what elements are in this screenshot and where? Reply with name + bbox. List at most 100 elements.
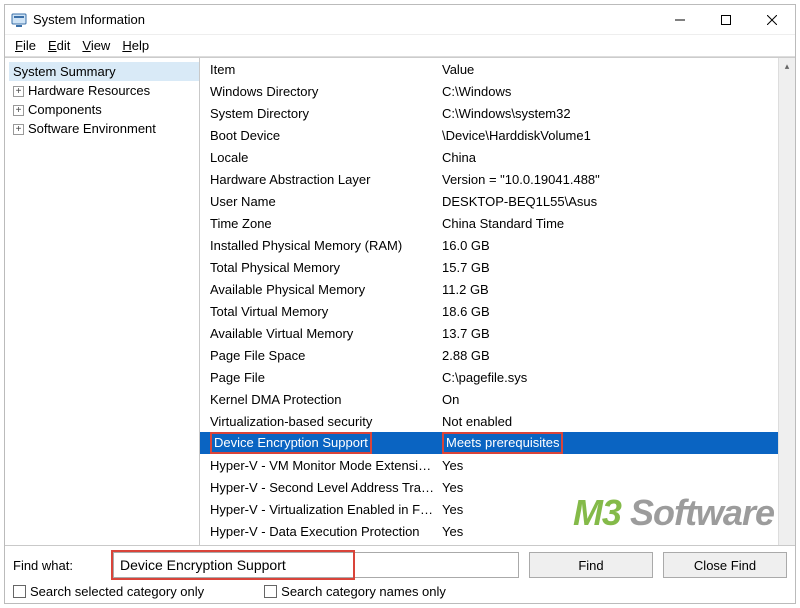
menu-help[interactable]: Help	[116, 38, 155, 53]
list-row[interactable]: LocaleChina	[200, 146, 778, 168]
cell-item: Boot Device	[210, 128, 442, 143]
cell-item: Hardware Abstraction Layer	[210, 172, 442, 187]
cell-value: DESKTOP-BEQ1L55\Asus	[442, 194, 778, 209]
checkbox-label: Search selected category only	[30, 584, 204, 599]
cell-item: Total Physical Memory	[210, 260, 442, 275]
expand-icon[interactable]: +	[13, 124, 24, 135]
cell-value: Meets prerequisites	[442, 432, 778, 454]
list-row[interactable]: Available Physical Memory11.2 GB	[200, 278, 778, 300]
cell-value: Yes	[442, 502, 778, 517]
cell-value: Yes	[442, 458, 778, 473]
tree-label: Hardware Resources	[28, 83, 150, 98]
expand-icon[interactable]: +	[13, 105, 24, 116]
list-row[interactable]: Page FileC:\pagefile.sys	[200, 366, 778, 388]
list-row[interactable]: Total Virtual Memory18.6 GB	[200, 300, 778, 322]
cell-value: 15.7 GB	[442, 260, 778, 275]
cell-value: Version = "10.0.19041.488"	[442, 172, 778, 187]
list-row[interactable]: Windows DirectoryC:\Windows	[200, 80, 778, 102]
list-row[interactable]: Installed Physical Memory (RAM)16.0 GB	[200, 234, 778, 256]
cell-item: Kernel DMA Protection	[210, 392, 442, 407]
app-icon	[11, 12, 27, 28]
cell-item: Installed Physical Memory (RAM)	[210, 238, 442, 253]
cell-value: China	[442, 150, 778, 165]
search-names-only-checkbox[interactable]: Search category names only	[264, 584, 446, 599]
cell-value: China Standard Time	[442, 216, 778, 231]
cell-value: C:\Windows\system32	[442, 106, 778, 121]
find-input[interactable]	[113, 552, 519, 578]
cell-item: Available Virtual Memory	[210, 326, 442, 341]
cell-value: Not enabled	[442, 414, 778, 429]
cell-item: Page File Space	[210, 348, 442, 363]
header-item[interactable]: Item	[210, 62, 442, 77]
info-list[interactable]: Item Value Windows DirectoryC:\WindowsSy…	[200, 58, 778, 545]
cell-item: Hyper-V - Data Execution Protection	[210, 524, 442, 539]
cell-item: Hyper-V - VM Monitor Mode Extensions	[210, 458, 442, 473]
cell-item: Device Encryption Support	[210, 432, 442, 454]
list-row[interactable]: Hyper-V - VM Monitor Mode ExtensionsYes	[200, 454, 778, 476]
tree-label: Components	[28, 102, 102, 117]
cell-value: On	[442, 392, 778, 407]
list-row[interactable]: Total Physical Memory15.7 GB	[200, 256, 778, 278]
tree-software-environment[interactable]: + Software Environment	[9, 119, 199, 138]
list-row[interactable]: Kernel DMA ProtectionOn	[200, 388, 778, 410]
list-row[interactable]: Virtualization-based securityNot enabled	[200, 410, 778, 432]
cell-item: Locale	[210, 150, 442, 165]
cell-value: Yes	[442, 524, 778, 539]
cell-value: 11.2 GB	[442, 282, 778, 297]
window-frame: System Information File Edit View Help S…	[4, 4, 796, 604]
vertical-scrollbar[interactable]: ▴	[778, 58, 795, 545]
menu-edit[interactable]: Edit	[42, 38, 76, 53]
list-row[interactable]: Hyper-V - Data Execution ProtectionYes	[200, 520, 778, 542]
list-row[interactable]: Available Virtual Memory13.7 GB	[200, 322, 778, 344]
list-row[interactable]: Hardware Abstraction LayerVersion = "10.…	[200, 168, 778, 190]
tree-components[interactable]: + Components	[9, 100, 199, 119]
header-value[interactable]: Value	[442, 62, 778, 77]
cell-value: Yes	[442, 480, 778, 495]
cell-item: Page File	[210, 370, 442, 385]
cell-item: Windows Directory	[210, 84, 442, 99]
cell-item: Hyper-V - Virtualization Enabled in Firm…	[210, 502, 442, 517]
tree-label: Software Environment	[28, 121, 156, 136]
list-row[interactable]: Boot Device\Device\HarddiskVolume1	[200, 124, 778, 146]
checkbox-icon	[13, 585, 26, 598]
menu-file[interactable]: File	[9, 38, 42, 53]
find-label: Find what:	[13, 558, 103, 573]
list-row[interactable]: User NameDESKTOP-BEQ1L55\Asus	[200, 190, 778, 212]
menu-view[interactable]: View	[76, 38, 116, 53]
minimize-button[interactable]	[657, 5, 703, 35]
close-button[interactable]	[749, 5, 795, 35]
cell-value: 2.88 GB	[442, 348, 778, 363]
scroll-up-icon[interactable]: ▴	[779, 58, 795, 75]
list-row[interactable]: System DirectoryC:\Windows\system32	[200, 102, 778, 124]
column-headers[interactable]: Item Value	[200, 58, 778, 80]
checkbox-label: Search category names only	[281, 584, 446, 599]
list-row[interactable]: Hyper-V - Second Level Address Translati…	[200, 476, 778, 498]
cell-item: Virtualization-based security	[210, 414, 442, 429]
main-area: System Summary + Hardware Resources + Comp…	[5, 57, 795, 545]
titlebar[interactable]: System Information	[5, 5, 795, 35]
list-row[interactable]: Time ZoneChina Standard Time	[200, 212, 778, 234]
cell-item: Total Virtual Memory	[210, 304, 442, 319]
expand-icon[interactable]: +	[13, 86, 24, 97]
cell-value: C:\pagefile.sys	[442, 370, 778, 385]
cell-value: 13.7 GB	[442, 326, 778, 341]
cell-value: 18.6 GB	[442, 304, 778, 319]
close-find-button[interactable]: Close Find	[663, 552, 787, 578]
list-row[interactable]: Device Encryption SupportMeets prerequis…	[200, 432, 778, 454]
search-selected-only-checkbox[interactable]: Search selected category only	[13, 584, 204, 599]
menubar: File Edit View Help	[5, 35, 795, 57]
maximize-button[interactable]	[703, 5, 749, 35]
cell-value: 16.0 GB	[442, 238, 778, 253]
find-button[interactable]: Find	[529, 552, 653, 578]
window-title: System Information	[33, 12, 145, 27]
checkbox-icon	[264, 585, 277, 598]
find-bar: Find what: Find Close Find Search select…	[5, 545, 795, 603]
list-row[interactable]: Page File Space2.88 GB	[200, 344, 778, 366]
tree-hardware-resources[interactable]: + Hardware Resources	[9, 81, 199, 100]
cell-item: User Name	[210, 194, 442, 209]
list-row[interactable]: Hyper-V - Virtualization Enabled in Firm…	[200, 498, 778, 520]
cell-value: \Device\HarddiskVolume1	[442, 128, 778, 143]
category-tree[interactable]: System Summary + Hardware Resources + Comp…	[5, 58, 200, 545]
cell-item: Available Physical Memory	[210, 282, 442, 297]
tree-system-summary[interactable]: System Summary	[9, 62, 199, 81]
